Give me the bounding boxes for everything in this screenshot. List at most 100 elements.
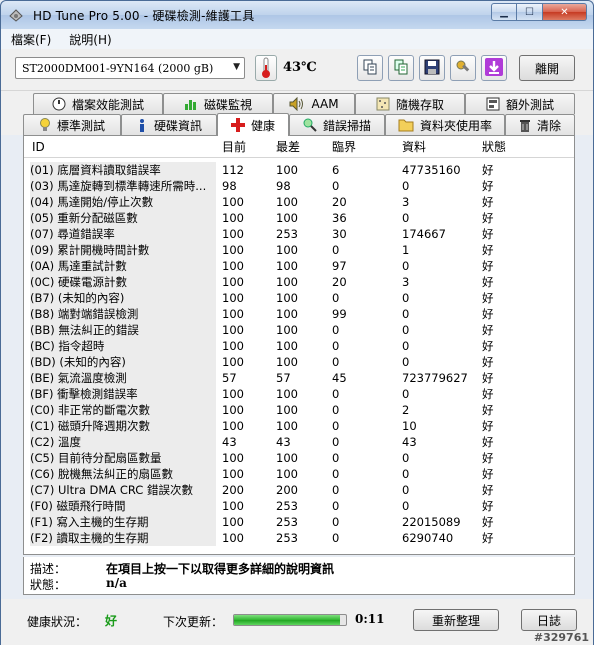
cell-current: 200 bbox=[222, 483, 244, 497]
cell-status: 好 bbox=[482, 499, 494, 513]
maximize-button[interactable]: ☐ bbox=[517, 3, 543, 21]
tab-disk-monitor[interactable]: 磁碟監視 bbox=[163, 93, 273, 114]
tab-random-access[interactable]: 隨機存取 bbox=[355, 93, 465, 114]
cell-current: 100 bbox=[222, 211, 244, 225]
table-row[interactable]: (BE) 氣流溫度檢測 57 57 45 723779627 好 bbox=[24, 370, 574, 386]
tab-erase[interactable]: 清除 bbox=[505, 114, 575, 135]
header-current[interactable]: 目前 bbox=[222, 138, 246, 155]
cell-attribute: (F2) 讀取主機的生存期 bbox=[30, 530, 216, 546]
table-row[interactable]: (04) 馬達開始/停止次數 100 100 20 3 好 bbox=[24, 194, 574, 210]
menu-help[interactable]: 說明(H) bbox=[69, 31, 111, 48]
window-title: HD Tune Pro 5.00 - 硬碟檢測-維護工具 bbox=[33, 8, 255, 23]
table-row[interactable]: (BD) (未知的內容) 100 100 0 0 好 bbox=[24, 354, 574, 370]
tab-info[interactable]: 硬碟資訊 bbox=[121, 114, 217, 135]
cell-data: 3 bbox=[402, 195, 410, 209]
table-row[interactable]: (0C) 硬碟電源計數 100 100 20 3 好 bbox=[24, 274, 574, 290]
copy-button[interactable] bbox=[357, 55, 383, 81]
cell-threshold: 0 bbox=[332, 419, 340, 433]
lightbulb-icon bbox=[39, 118, 51, 132]
cell-status: 好 bbox=[482, 515, 494, 529]
table-row[interactable]: (05) 重新分配磁區數 100 100 36 0 好 bbox=[24, 210, 574, 226]
cell-worst: 100 bbox=[276, 403, 298, 417]
table-row[interactable]: (F0) 磁頭飛行時間 100 253 0 0 好 bbox=[24, 498, 574, 514]
smart-table-panel: ID 目前 最差 臨界 資料 狀態 (01) 底層資料讀取錯誤率 112 100 6 4… bbox=[23, 135, 575, 555]
table-row[interactable]: (C5) 目前待分配扇區數量 100 100 0 0 好 bbox=[24, 450, 574, 466]
cell-current: 100 bbox=[222, 403, 244, 417]
table-row[interactable]: (C6) 脫機無法糾正的扇區數 100 100 0 0 好 bbox=[24, 466, 574, 482]
tab-file-benchmark[interactable]: 檔案效能測試 bbox=[33, 93, 163, 114]
tab-health[interactable]: 健康 bbox=[217, 113, 289, 136]
cell-worst: 253 bbox=[276, 515, 298, 529]
status-line: 狀態： n/a bbox=[30, 576, 127, 593]
table-row[interactable]: (F2) 讀取主機的生存期 100 253 0 6290740 好 bbox=[24, 530, 574, 546]
header-data[interactable]: 資料 bbox=[402, 138, 426, 155]
info-icon bbox=[136, 118, 148, 132]
log-button[interactable]: 日誌 bbox=[521, 609, 577, 631]
tab-benchmark[interactable]: 標準測試 bbox=[23, 114, 121, 135]
table-row[interactable]: (C0) 非正常的斷電次數 100 100 0 2 好 bbox=[24, 402, 574, 418]
app-window: HD Tune Pro 5.00 - 硬碟檢測-維護工具 ▁ ☐ ✕ 檔案(F)… bbox=[0, 0, 594, 645]
cell-status: 好 bbox=[482, 451, 494, 465]
exit-button[interactable]: 離開 bbox=[519, 55, 575, 81]
cell-attribute: (C2) 溫度 bbox=[30, 434, 216, 450]
cell-worst: 100 bbox=[276, 259, 298, 273]
close-button[interactable]: ✕ bbox=[543, 3, 587, 21]
tab-extra-tests[interactable]: 額外測試 bbox=[465, 93, 575, 114]
tab-aam[interactable]: AAM bbox=[273, 93, 355, 114]
table-row[interactable]: (03) 馬達旋轉到標準轉速所需時... 98 98 0 0 好 bbox=[24, 178, 574, 194]
header-id[interactable]: ID bbox=[32, 140, 45, 154]
save-button[interactable] bbox=[419, 55, 445, 81]
header-worst[interactable]: 最差 bbox=[276, 138, 300, 155]
cell-worst: 100 bbox=[276, 355, 298, 369]
cell-attribute: (07) 尋道錯誤率 bbox=[30, 226, 216, 242]
speaker-icon bbox=[289, 97, 305, 111]
table-row[interactable]: (07) 尋道錯誤率 100 253 30 174667 好 bbox=[24, 226, 574, 242]
table-row[interactable]: (01) 底層資料讀取錯誤率 112 100 6 47735160 好 bbox=[24, 162, 574, 178]
table-header: ID 目前 最差 臨界 資料 狀態 bbox=[24, 136, 574, 158]
cell-status: 好 bbox=[482, 483, 494, 497]
table-row[interactable]: (BF) 衝擊檢測錯誤率 100 100 0 0 好 bbox=[24, 386, 574, 402]
cell-threshold: 6 bbox=[332, 163, 340, 177]
cell-worst: 43 bbox=[276, 435, 291, 449]
header-threshold[interactable]: 臨界 bbox=[332, 138, 356, 155]
cell-status: 好 bbox=[482, 371, 494, 385]
trash-icon bbox=[519, 118, 531, 132]
update-countdown: 0:11 bbox=[355, 612, 385, 626]
cell-attribute: (BC) 指令超時 bbox=[30, 338, 216, 354]
cell-current: 100 bbox=[222, 227, 244, 241]
copy-all-button[interactable] bbox=[388, 55, 414, 81]
title-bar[interactable]: HD Tune Pro 5.00 - 硬碟檢測-維護工具 ▁ ☐ ✕ bbox=[1, 1, 593, 29]
table-row[interactable]: (B7) (未知的內容) 100 100 0 0 好 bbox=[24, 290, 574, 306]
cell-threshold: 36 bbox=[332, 211, 347, 225]
menu-file[interactable]: 檔案(F) bbox=[11, 31, 51, 48]
table-row[interactable]: (C1) 磁頭升降週期次數 100 100 0 10 好 bbox=[24, 418, 574, 434]
header-status[interactable]: 狀態 bbox=[482, 138, 506, 155]
cell-current: 98 bbox=[222, 179, 237, 193]
minimize-button[interactable]: ▁ bbox=[491, 3, 517, 21]
table-row[interactable]: (09) 累計開機時間計數 100 100 0 1 好 bbox=[24, 242, 574, 258]
tab-folder-usage[interactable]: 資料夾使用率 bbox=[385, 114, 505, 135]
tab-strip: 檔案效能測試 磁碟監視 AAM 隨機存取 額外測試 標準測試 硬碟資訊 健康 錯… bbox=[1, 91, 593, 136]
update-progress-bar bbox=[233, 614, 347, 626]
table-row[interactable]: (0A) 馬達重試計數 100 100 97 0 好 bbox=[24, 258, 574, 274]
refresh-button[interactable]: 重新整理 bbox=[413, 609, 499, 631]
description-label: 描述： bbox=[30, 562, 67, 576]
cell-data: 22015089 bbox=[402, 515, 461, 529]
drive-select[interactable]: ST2000DM001-9YN164 (2000 gB) ▼ bbox=[15, 57, 245, 79]
table-row[interactable]: (BC) 指令超時 100 100 0 0 好 bbox=[24, 338, 574, 354]
status-value: n/a bbox=[106, 576, 127, 590]
table-row[interactable]: (F1) 寫入主機的生存期 100 253 0 22015089 好 bbox=[24, 514, 574, 530]
options-button[interactable] bbox=[450, 55, 476, 81]
table-row[interactable]: (C7) Ultra DMA CRC 錯誤次數 200 200 0 0 好 bbox=[24, 482, 574, 498]
cell-status: 好 bbox=[482, 179, 494, 193]
tab-error-scan[interactable]: 錯誤掃描 bbox=[289, 114, 385, 135]
table-row[interactable]: (BB) 無法糾正的錯誤 100 100 0 0 好 bbox=[24, 322, 574, 338]
cell-threshold: 99 bbox=[332, 307, 347, 321]
table-row[interactable]: (C2) 溫度 43 43 0 43 好 bbox=[24, 434, 574, 450]
cell-worst: 100 bbox=[276, 387, 298, 401]
cell-status: 好 bbox=[482, 435, 494, 449]
table-row[interactable]: (B8) 端對端錯誤檢測 100 100 99 0 好 bbox=[24, 306, 574, 322]
download-button[interactable] bbox=[481, 55, 507, 81]
cell-threshold: 0 bbox=[332, 499, 340, 513]
cell-data: 723779627 bbox=[402, 371, 468, 385]
